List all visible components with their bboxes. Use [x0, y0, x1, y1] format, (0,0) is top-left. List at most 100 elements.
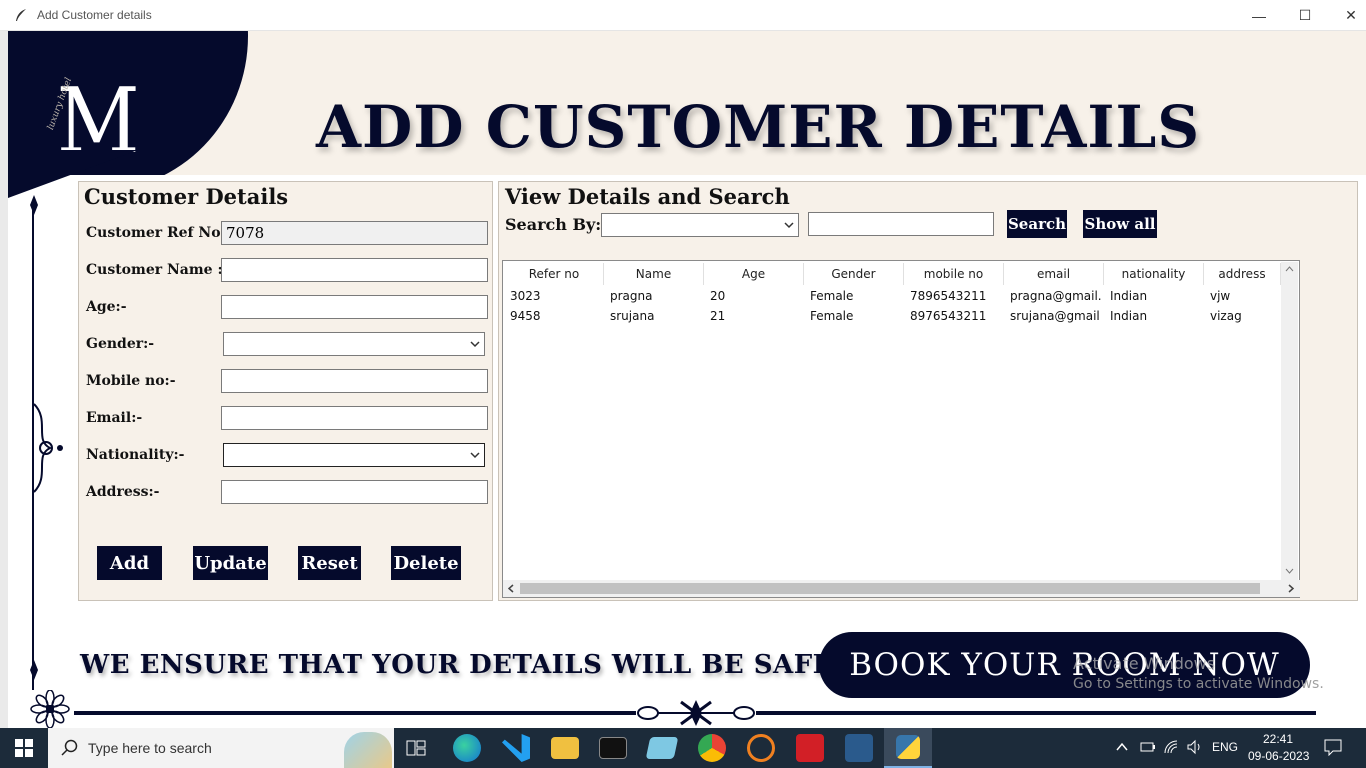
chrome-icon[interactable]	[698, 734, 726, 762]
column-header[interactable]: nationality	[1104, 263, 1204, 285]
gender-combobox[interactable]	[223, 332, 485, 356]
address-label: Address:-	[86, 484, 160, 500]
window-left-edge	[0, 31, 8, 728]
table-horizontal-scrollbar[interactable]	[503, 580, 1300, 597]
customer-ref-label: Customer Ref No:-	[86, 225, 232, 241]
scroll-down-icon[interactable]	[1285, 568, 1294, 574]
customer-name-label: Customer Name :-	[86, 262, 229, 278]
reset-button[interactable]: Reset	[298, 546, 361, 580]
show-all-button[interactable]: Show all	[1083, 210, 1157, 238]
start-button[interactable]	[0, 728, 48, 768]
customer-table[interactable]: Refer no Name Age Gender mobile no email…	[502, 260, 1300, 598]
column-header[interactable]: email	[1004, 263, 1104, 285]
column-header[interactable]: Refer no	[505, 263, 604, 285]
table-cell: Indian	[1110, 309, 1148, 323]
wps-office-icon[interactable]	[796, 734, 824, 762]
clock-time[interactable]: 22:41	[1263, 732, 1293, 746]
jupyter-icon[interactable]	[747, 734, 775, 762]
nationality-label: Nationality:-	[86, 447, 185, 463]
maximize-button[interactable]: ☐	[1282, 0, 1328, 31]
customer-details-panel: Customer Details Customer Ref No:- 7078 …	[78, 181, 493, 601]
chevron-down-icon	[784, 222, 794, 229]
column-header[interactable]: address	[1204, 263, 1281, 285]
table-cell: vjw	[1210, 289, 1231, 303]
close-button[interactable]: ✕	[1328, 0, 1366, 31]
update-button[interactable]: Update	[193, 546, 268, 580]
customer-ref-field[interactable]: 7078	[221, 221, 488, 245]
table-cell: 20	[710, 289, 726, 303]
column-header[interactable]: mobile no	[904, 263, 1004, 285]
table-cell: 3023	[510, 289, 541, 303]
email-label: Email:-	[86, 410, 143, 426]
activate-windows-hint: Go to Settings to activate Windows.	[1073, 676, 1324, 692]
column-header[interactable]: Name	[604, 263, 704, 285]
table-cell: srujana@gmail.cc	[1010, 309, 1101, 323]
table-vertical-scrollbar[interactable]	[1281, 262, 1298, 580]
taskbar-search-box[interactable]: Type here to search	[48, 728, 394, 768]
age-field[interactable]	[221, 295, 488, 319]
table-cell: 7896543211	[910, 289, 987, 303]
taskbar-search-placeholder: Type here to search	[88, 740, 212, 756]
side-scroll-ornament-icon	[33, 403, 63, 493]
customer-details-title: Customer Details	[84, 184, 289, 209]
terminal-icon[interactable]	[599, 737, 627, 759]
scroll-right-icon[interactable]	[1288, 584, 1294, 593]
chevron-down-icon	[470, 341, 480, 348]
search-button[interactable]: Search	[1007, 210, 1067, 238]
table-cell: pragna@gmail.cc	[1010, 289, 1101, 303]
side-ornament-top-icon	[30, 195, 38, 215]
divider-ornament-icon	[636, 698, 756, 728]
language-indicator[interactable]: ENG	[1212, 740, 1238, 754]
search-highlight-image	[344, 732, 392, 768]
mysql-workbench-icon[interactable]	[845, 734, 873, 762]
table-cell: Female	[810, 289, 854, 303]
mobile-field[interactable]	[221, 369, 488, 393]
table-cell: 21	[710, 309, 726, 323]
window-title: Add Customer details	[37, 8, 152, 22]
table-cell: Female	[810, 309, 854, 323]
window-titlebar: Add Customer details — ☐ ✕	[0, 0, 1366, 31]
scrollbar-thumb[interactable]	[520, 583, 1260, 594]
table-cell: Indian	[1110, 289, 1148, 303]
search-icon	[61, 739, 78, 756]
view-search-title: View Details and Search	[505, 184, 790, 209]
chevron-down-icon	[470, 452, 480, 459]
file-explorer-icon[interactable]	[551, 737, 579, 759]
chevron-up-icon[interactable]	[1116, 742, 1128, 752]
table-cell: 9458	[510, 309, 541, 323]
task-view-icon[interactable]	[405, 738, 427, 758]
windows-logo-icon	[15, 739, 33, 757]
battery-icon[interactable]	[1140, 742, 1156, 752]
customer-name-field[interactable]	[221, 258, 488, 282]
nationality-combobox[interactable]	[223, 443, 485, 467]
column-header[interactable]: Gender	[804, 263, 904, 285]
notifications-icon[interactable]	[1324, 739, 1342, 756]
clock-date[interactable]: 09-06-2023	[1248, 749, 1309, 763]
python-app-taskbar-item[interactable]	[884, 728, 932, 768]
table-row[interactable]: 3023 pragna 20 Female 7896543211 pragna@…	[505, 286, 1281, 306]
header-banner: M ADD CUSTOMER DETAILS	[8, 31, 1366, 175]
add-button[interactable]: Add	[97, 546, 162, 580]
notepad-icon[interactable]	[645, 737, 679, 759]
search-by-combobox[interactable]	[601, 213, 799, 237]
table-cell: 8976543211	[910, 309, 987, 323]
table-cell: pragna	[610, 289, 653, 303]
minimize-button[interactable]: —	[1236, 0, 1282, 31]
scroll-left-icon[interactable]	[508, 584, 514, 593]
volume-icon[interactable]	[1186, 739, 1204, 755]
search-input[interactable]	[808, 212, 994, 236]
address-field[interactable]	[221, 480, 488, 504]
email-field[interactable]	[221, 406, 488, 430]
delete-button[interactable]: Delete	[391, 546, 461, 580]
activate-windows-watermark: Activate Windows	[1073, 654, 1216, 673]
page-title: ADD CUSTOMER DETAILS	[316, 93, 1201, 161]
wifi-icon[interactable]	[1163, 739, 1179, 755]
taskbar: Type here to search ENG 22:41 09-06-2023	[0, 728, 1366, 768]
table-row[interactable]: 9458 srujana 21 Female 8976543211 srujan…	[505, 306, 1281, 326]
mobile-label: Mobile no:-	[86, 373, 176, 389]
vscode-icon[interactable]	[502, 734, 530, 762]
scroll-up-icon[interactable]	[1285, 266, 1294, 272]
edge-icon[interactable]	[453, 734, 481, 762]
table-cell: srujana	[610, 309, 655, 323]
column-header[interactable]: Age	[704, 263, 804, 285]
